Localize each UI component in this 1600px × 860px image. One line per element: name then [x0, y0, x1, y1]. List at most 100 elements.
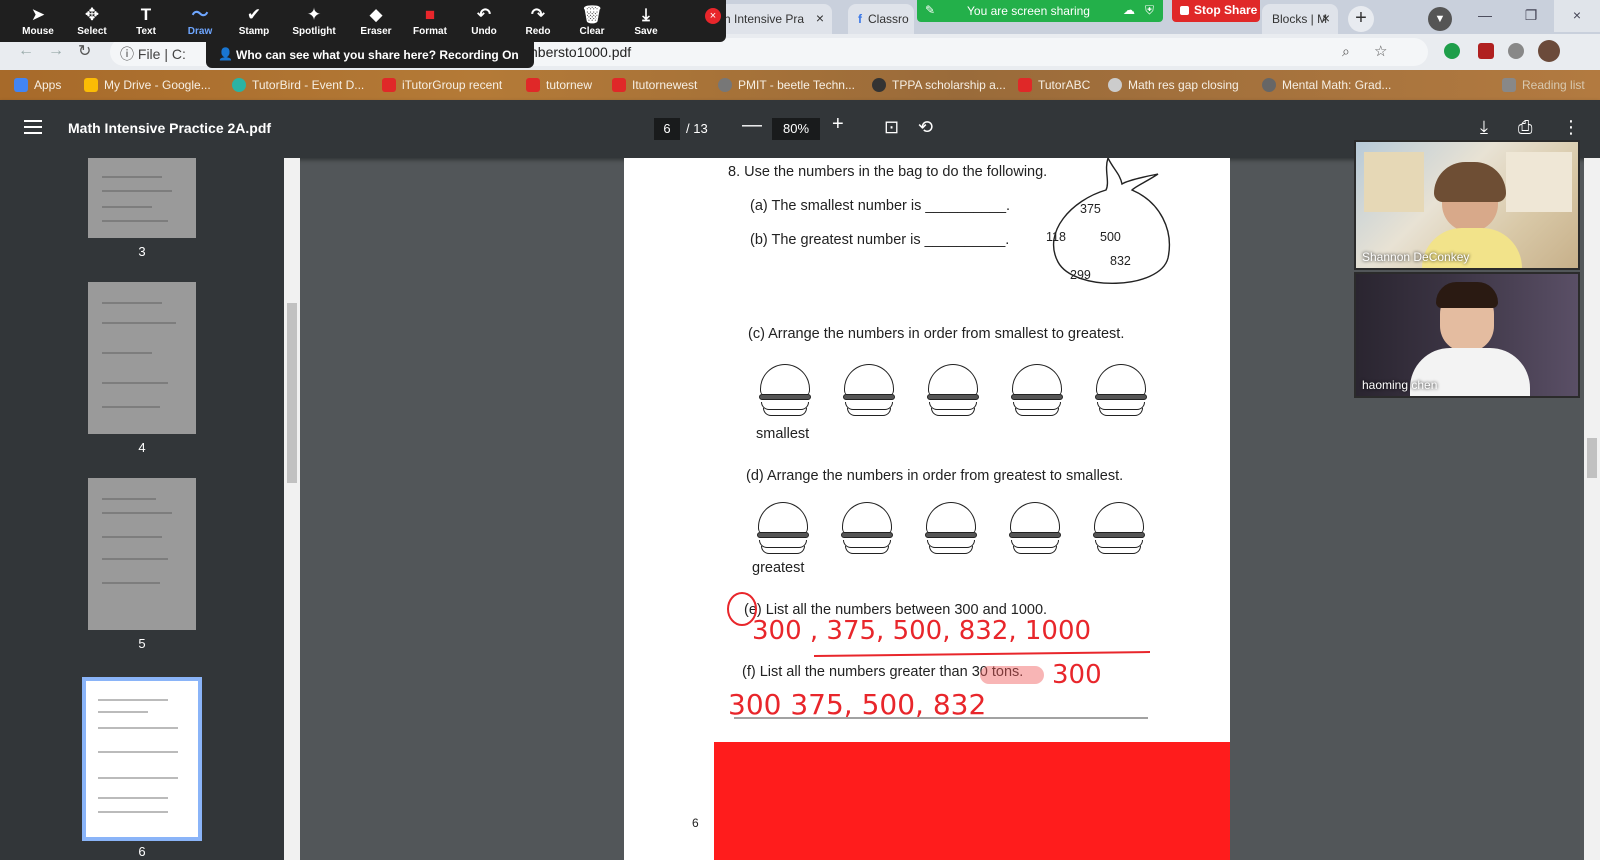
- burger-box[interactable]: [756, 502, 810, 562]
- back-icon[interactable]: ←: [18, 42, 34, 60]
- bag-number: 299: [1070, 268, 1091, 282]
- bookmark-pmit[interactable]: PMIT - beetle Techn...: [718, 78, 855, 92]
- save-download-icon: ⤓: [642, 5, 650, 24]
- bookmark-itutornewest[interactable]: Itutornewest: [612, 78, 697, 92]
- cursor-icon: ➤: [30, 5, 46, 24]
- print-icon[interactable]: ⎙: [1518, 117, 1532, 138]
- reading-list-icon: [1502, 78, 1516, 92]
- extension-icon[interactable]: [1508, 43, 1524, 59]
- burger-box[interactable]: [1008, 502, 1062, 562]
- tool-select[interactable]: ✥ Select: [66, 4, 118, 37]
- fit-page-icon[interactable]: ⊡: [884, 117, 899, 138]
- thumbnail-page-5[interactable]: [88, 478, 196, 630]
- thumbnail-sidebar: 3 4 5 6: [0, 158, 284, 860]
- tppa-icon: [872, 78, 886, 92]
- bookmark-tutornew[interactable]: tutornew: [526, 78, 592, 92]
- close-annotation-icon[interactable]: ×: [705, 8, 721, 24]
- handwritten-underline: [814, 651, 1151, 657]
- maximize-button[interactable]: ❐: [1508, 0, 1554, 32]
- bookmark-drive[interactable]: My Drive - Google...: [84, 78, 211, 92]
- bag-number: 375: [1080, 202, 1101, 216]
- minimize-button[interactable]: —: [1462, 0, 1508, 32]
- main-scroll-thumb[interactable]: [1587, 438, 1597, 478]
- main-scrollbar[interactable]: [1584, 158, 1600, 860]
- participant-name: Shannon DeConkey: [1362, 250, 1470, 264]
- tab-classroom[interactable]: f Classro: [848, 4, 914, 34]
- bookmark-tppa[interactable]: TPPA scholarship a...: [872, 78, 1006, 92]
- thumbnail-page-6[interactable]: [82, 677, 202, 841]
- forward-icon[interactable]: →: [48, 42, 64, 60]
- thumbnail-page-3[interactable]: [88, 158, 196, 238]
- rotate-icon[interactable]: ⟲: [918, 117, 933, 138]
- tool-redo[interactable]: ↷ Redo: [512, 4, 564, 37]
- sidebar-scrollbar[interactable]: [284, 158, 300, 860]
- site-info[interactable]: ⓘ File | C:: [120, 44, 186, 64]
- question-8a: (a) The smallest number is __________.: [750, 198, 1011, 214]
- globe-icon: [1262, 78, 1276, 92]
- tool-clear[interactable]: 🗑 Clear: [566, 4, 618, 37]
- bookmark-star-icon[interactable]: ☆: [1374, 42, 1387, 60]
- highlight-mark: [980, 666, 1044, 684]
- zoom-magnifier-icon[interactable]: ⌕: [1342, 43, 1350, 60]
- burger-box[interactable]: [926, 364, 980, 424]
- more-options-icon[interactable]: ⋮: [1562, 117, 1580, 138]
- burger-box[interactable]: [842, 364, 896, 424]
- tool-undo[interactable]: ↶ Undo: [458, 4, 510, 37]
- screen-sharing-banner[interactable]: ✎ You are screen sharing ☁ ⛨: [917, 0, 1163, 22]
- document-title: Math Intensive Practice 2A.pdf: [68, 120, 272, 136]
- zoom-level-input[interactable]: 80%: [772, 118, 820, 140]
- bookmark-mental-math[interactable]: Mental Math: Grad...: [1262, 78, 1391, 92]
- itutor-icon: [526, 78, 540, 92]
- bookmark-itutorgroup[interactable]: iTutorGroup recent: [382, 78, 502, 92]
- tool-eraser[interactable]: ◆ Eraser: [350, 4, 402, 37]
- menu-icon[interactable]: [24, 120, 42, 134]
- burger-box[interactable]: [758, 364, 812, 424]
- close-tab-icon[interactable]: ×: [816, 10, 824, 26]
- tab-label: Blocks | M: [1272, 12, 1328, 26]
- bookmark-math-res[interactable]: Math res gap closing: [1108, 78, 1239, 92]
- burger-box[interactable]: [1092, 502, 1146, 562]
- question-8c: (c) Arrange the numbers in order from sm…: [748, 326, 1125, 342]
- globe-icon: [1108, 78, 1122, 92]
- participant-hair: [1434, 162, 1506, 202]
- apps-grid-icon: [14, 78, 28, 92]
- tool-save[interactable]: ⤓ Save: [620, 4, 672, 37]
- tool-stamp[interactable]: ✔ Stamp: [228, 4, 280, 37]
- ublock-icon[interactable]: [1478, 43, 1494, 59]
- zoom-in-button[interactable]: +: [832, 113, 844, 136]
- bookmark-tutorbird[interactable]: TutorBird - Event D...: [232, 78, 364, 92]
- burger-box[interactable]: [1010, 364, 1064, 424]
- tab-label: Classro: [868, 12, 909, 26]
- download-icon[interactable]: ⤓: [1480, 117, 1488, 138]
- bookmark-apps[interactable]: Apps: [14, 78, 61, 92]
- bookmark-tutorabc[interactable]: TutorABC: [1018, 78, 1090, 92]
- drive-icon: [84, 78, 98, 92]
- reading-list[interactable]: Reading list: [1502, 78, 1585, 92]
- video-tile[interactable]: haoming chen: [1354, 272, 1580, 398]
- sidebar-scroll-thumb[interactable]: [287, 303, 297, 483]
- video-tile[interactable]: Shannon DeConkey: [1354, 140, 1580, 270]
- zoom-out-button[interactable]: —: [742, 114, 762, 137]
- tool-text[interactable]: T Text: [120, 4, 172, 37]
- tool-format[interactable]: ■ Format: [404, 4, 456, 37]
- thumbnail-page-4[interactable]: [88, 282, 196, 434]
- number-bag: [1052, 158, 1170, 284]
- tab-blocks[interactable]: Blocks | M ×: [1262, 4, 1338, 34]
- tool-draw[interactable]: 〜 Draw: [174, 4, 226, 37]
- close-tab-icon[interactable]: ×: [1322, 10, 1330, 26]
- burger-box[interactable]: [1094, 364, 1148, 424]
- burger-box[interactable]: [924, 502, 978, 562]
- window-close-button[interactable]: ×: [1554, 0, 1600, 32]
- stop-share-button[interactable]: Stop Share: [1172, 0, 1260, 22]
- tab-search-icon[interactable]: ▼: [1428, 7, 1452, 31]
- burger-box[interactable]: [840, 502, 894, 562]
- tool-mouse[interactable]: ➤ Mouse: [12, 4, 64, 37]
- question-8b: (b) The greatest number is __________.: [750, 232, 1010, 248]
- extension-icon[interactable]: [1444, 43, 1460, 59]
- page-total: / 13: [686, 121, 708, 136]
- profile-avatar[interactable]: [1538, 40, 1560, 62]
- reload-icon[interactable]: ↻: [78, 41, 91, 61]
- tool-spotlight[interactable]: ✦ Spotlight: [288, 4, 340, 37]
- new-tab-button[interactable]: +: [1348, 6, 1374, 32]
- page-number-input[interactable]: 6: [654, 118, 680, 140]
